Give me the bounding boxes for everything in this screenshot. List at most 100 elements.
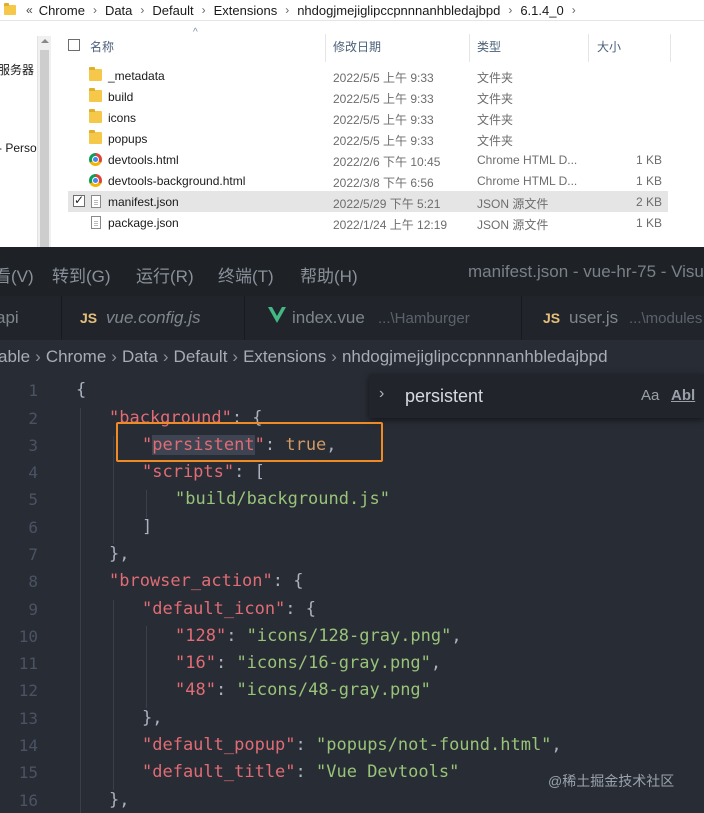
- file-row[interactable]: icons 2022/5/5 上午 9:33 文件夹: [68, 107, 668, 128]
- column-divider[interactable]: [469, 34, 470, 62]
- code-line-4[interactable]: "scripts": [: [142, 462, 265, 482]
- file-type: 文件夹: [477, 113, 514, 127]
- breadcrumb-item[interactable]: Chrome: [46, 347, 106, 366]
- tab-index-vue[interactable]: index.vue ...\Hamburger: [245, 296, 522, 340]
- column-type[interactable]: 类型: [477, 38, 501, 55]
- brace: {: [76, 380, 87, 400]
- nav-item[interactable]: - Perso: [0, 141, 37, 155]
- line-number: 1: [28, 381, 38, 400]
- breadcrumb-item[interactable]: nhdogjmejiglipccpnnnanhbledajbpd: [342, 347, 608, 366]
- column-name[interactable]: 名称: [90, 38, 114, 55]
- breadcrumb-item[interactable]: Data: [122, 347, 158, 366]
- file-row[interactable]: build 2022/5/5 上午 9:33 文件夹: [68, 86, 668, 107]
- line-number: 3: [28, 436, 38, 455]
- breadcrumb-separator-icon[interactable]: ›: [93, 3, 97, 17]
- tab-api[interactable]: api: [0, 296, 62, 340]
- code-line-9[interactable]: "default_icon": {: [142, 599, 316, 619]
- code-line-6[interactable]: ]: [142, 517, 152, 537]
- tab-vue-config[interactable]: JS vue.config.js: [62, 296, 245, 340]
- row-checkbox[interactable]: ✓: [73, 193, 85, 207]
- menu-goto[interactable]: 转到(G): [52, 262, 111, 287]
- menu-help[interactable]: 帮助(H): [300, 262, 358, 287]
- menu-terminal[interactable]: 终端(T): [218, 262, 274, 287]
- menu-bar: 看(V) 转到(G) 运行(R) 终端(T) 帮助(H) manifest.js…: [0, 247, 704, 296]
- breadcrumb-separator-icon[interactable]: ›: [202, 3, 206, 17]
- breadcrumb-item[interactable]: Default: [152, 3, 193, 18]
- line-number: 11: [18, 654, 38, 673]
- breadcrumb-item[interactable]: Default: [174, 347, 228, 366]
- file-name: build: [108, 90, 134, 104]
- json-key: "browser_action": [109, 571, 273, 591]
- code-line-11[interactable]: "16": "icons/16-gray.png",: [175, 653, 441, 673]
- toggle-replace-icon[interactable]: ›: [379, 385, 384, 403]
- column-date[interactable]: 修改日期: [333, 38, 381, 55]
- scrollbar-thumb[interactable]: [40, 50, 49, 247]
- menu-view[interactable]: 看(V): [0, 262, 34, 287]
- code-line-13[interactable]: },: [142, 708, 162, 728]
- breadcrumb-separator-icon[interactable]: ›: [140, 3, 144, 17]
- scroll-up-icon[interactable]: [41, 39, 49, 43]
- nav-item[interactable]: 服务器: [0, 61, 34, 78]
- file-row[interactable]: package.json 2022/1/24 上午 12:19 JSON 源文件 1 …: [68, 212, 668, 233]
- chevron-right-icon: ›: [232, 347, 239, 366]
- file-row[interactable]: _metadata 2022/5/5 上午 9:33 文件夹: [68, 65, 668, 86]
- json-string: "Vue Devtools": [316, 762, 460, 782]
- file-row[interactable]: devtools.html 2022/2/6 下午 10:45 Chrome HTM…: [68, 149, 668, 170]
- breadcrumb-item[interactable]: Extensions: [243, 347, 326, 366]
- code-line-12[interactable]: "48": "icons/48-gray.png": [175, 680, 431, 700]
- nav-scrollbar[interactable]: [37, 36, 51, 247]
- punctuation: : {: [272, 571, 304, 591]
- menu-run[interactable]: 运行(R): [136, 262, 194, 287]
- breadcrumb-separator-icon[interactable]: ›: [572, 3, 576, 17]
- json-key: "default_title": [142, 762, 296, 782]
- vue-file-icon: [268, 307, 286, 323]
- json-file-icon: [91, 216, 101, 229]
- vscode-window: 看(V) 转到(G) 运行(R) 终端(T) 帮助(H) manifest.js…: [0, 247, 704, 813]
- file-name: icons: [108, 111, 137, 125]
- indent-guide: [113, 436, 114, 544]
- file-type: 文件夹: [477, 134, 514, 148]
- code-line-15[interactable]: "default_title": "Vue Devtools": [142, 762, 459, 782]
- file-row[interactable]: ✓ manifest.json 2022/5/29 下午 5:21 JSON 源文件 2…: [68, 191, 668, 212]
- breadcrumb-item[interactable]: able: [0, 347, 30, 366]
- file-row[interactable]: devtools-background.html 2022/3/8 下午 6:56…: [68, 170, 668, 191]
- select-all-checkbox[interactable]: [68, 39, 80, 51]
- line-number: 9: [28, 600, 38, 619]
- watermark: @稀土掘金技术社区: [548, 773, 675, 789]
- code-line-8[interactable]: "browser_action": {: [109, 571, 303, 591]
- brace: },: [142, 708, 163, 728]
- column-divider[interactable]: [670, 34, 671, 62]
- breadcrumb-item[interactable]: 6.1.4_0: [520, 3, 563, 18]
- breadcrumb-item[interactable]: Chrome: [39, 3, 85, 18]
- editor-tabs: api JS vue.config.js index.vue ...\Hambu…: [0, 296, 704, 340]
- breadcrumb-separator-icon[interactable]: ›: [508, 3, 512, 17]
- code-line-5[interactable]: "build/background.js": [175, 489, 390, 509]
- breadcrumb-item[interactable]: Extensions: [214, 3, 278, 18]
- code-line-7[interactable]: },: [109, 544, 129, 564]
- file-name: devtools.html: [108, 153, 179, 167]
- tab-user-js[interactable]: JS user.js ...\modules: [522, 296, 704, 340]
- line-number: 8: [28, 572, 38, 591]
- address-bar[interactable]: « Chrome › Data › Default › Extensions ›…: [0, 0, 704, 21]
- code-line-10[interactable]: "128": "icons/128-gray.png",: [175, 626, 462, 646]
- folder-icon: [89, 67, 102, 81]
- breadcrumb-item[interactable]: nhdogjmejiglipccpnnnanhbledajbpd: [297, 3, 500, 18]
- file-type: Chrome HTML D...: [477, 174, 578, 188]
- find-input[interactable]: persistent: [405, 386, 483, 407]
- whole-word-button[interactable]: Abl: [671, 387, 695, 404]
- breadcrumb-item[interactable]: Data: [105, 3, 132, 18]
- file-row[interactable]: popups 2022/5/5 上午 9:33 文件夹: [68, 128, 668, 149]
- code-line-14[interactable]: "default_popup": "popups/not-found.html"…: [142, 735, 562, 755]
- column-divider[interactable]: [325, 34, 326, 62]
- breadcrumb-separator-icon[interactable]: ›: [285, 3, 289, 17]
- editor-breadcrumbs: able › Chrome › Data › Default › Extensions › nhdo…: [0, 340, 704, 374]
- code-line-16[interactable]: },: [109, 790, 129, 810]
- match-case-button[interactable]: Aa: [641, 387, 659, 404]
- code-line-1[interactable]: {: [76, 380, 86, 400]
- punctuation: : {: [285, 599, 317, 619]
- folder-icon: [89, 109, 102, 123]
- file-date: 2022/3/8 下午 6:56: [333, 176, 434, 190]
- breadcrumb-overflow[interactable]: «: [26, 3, 33, 17]
- column-divider[interactable]: [588, 34, 589, 62]
- column-size[interactable]: 大小: [597, 38, 621, 55]
